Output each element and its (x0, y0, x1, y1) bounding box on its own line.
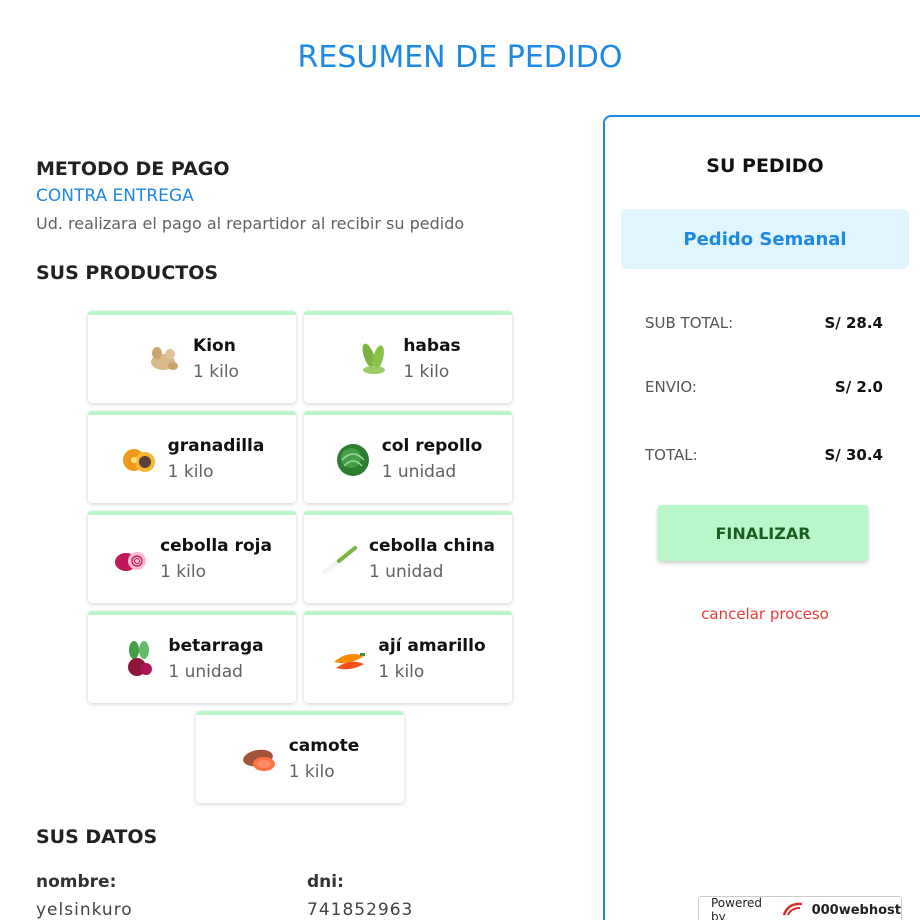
product-card-betarraga: betarraga 1 unidad (88, 611, 296, 703)
product-qty: 1 kilo (403, 362, 450, 382)
product-name: cebolla china (368, 536, 496, 556)
beet-icon (120, 640, 158, 678)
product-name: ají amarillo (378, 636, 486, 656)
order-summary-panel: SU PEDIDO Pedido Semanal SUB TOTAL: S/ 2… (603, 115, 920, 920)
total-label: TOTAL: (645, 446, 698, 464)
powered-by-badge[interactable]: Powered by 000webhost (698, 896, 902, 920)
spring-onion-icon (321, 540, 359, 578)
product-card-cebolla-roja: cebolla roja 1 kilo (88, 511, 296, 603)
payment-section-title: METODO DE PAGO (36, 158, 230, 180)
powered-by-text: Powered by (711, 896, 763, 920)
powered-by-brand: 000webhost (811, 902, 901, 918)
page-title: RESUMEN DE PEDIDO (297, 40, 623, 75)
product-card-granadilla: granadilla 1 kilo (88, 411, 296, 503)
shipping-value: S/ 2.0 (834, 378, 883, 396)
subtotal-value: S/ 28.4 (824, 314, 883, 332)
product-name: Kion (193, 336, 236, 356)
product-card-col-repollo: col repollo 1 unidad (304, 411, 512, 503)
order-title: SU PEDIDO (706, 155, 824, 177)
fava-beans-icon (355, 340, 393, 378)
product-name: col repollo (381, 436, 483, 456)
ginger-icon (145, 340, 183, 378)
product-name: betarraga (168, 636, 264, 656)
product-qty: 1 kilo (160, 562, 206, 582)
finalize-button[interactable]: FINALIZAR (658, 505, 868, 561)
product-qty: 1 kilo (167, 462, 214, 482)
name-value: yelsinkuro (36, 900, 133, 920)
name-label: nombre: (36, 872, 117, 892)
payment-method: CONTRA ENTREGA (36, 186, 194, 206)
order-plan: Pedido Semanal (621, 209, 909, 269)
yellow-pepper-icon (330, 640, 368, 678)
subtotal-label: SUB TOTAL: (645, 314, 734, 332)
product-card-habas: habas 1 kilo (304, 311, 512, 403)
shipping-row: ENVIO: S/ 2.0 (645, 378, 883, 396)
product-name: granadilla (167, 436, 265, 456)
product-card-aji-amarillo: ají amarillo 1 kilo (304, 611, 512, 703)
dni-label: dni: (307, 872, 344, 892)
products-section-title: SUS PRODUCTOS (36, 262, 219, 284)
cancel-process-link[interactable]: cancelar proceso (605, 605, 920, 623)
total-row: TOTAL: S/ 30.4 (645, 446, 883, 464)
product-qty: 1 kilo (288, 762, 335, 782)
cabbage-icon (334, 440, 372, 478)
product-name: habas (403, 336, 461, 356)
red-onion-icon (112, 540, 150, 578)
product-card-kion: Kion 1 kilo (88, 311, 296, 403)
total-value: S/ 30.4 (824, 446, 883, 464)
granadilla-icon (120, 440, 158, 478)
payment-note: Ud. realizara el pago al repartidor al r… (36, 214, 465, 233)
product-qty: 1 unidad (381, 462, 457, 482)
webhost-logo-icon (782, 901, 804, 920)
product-qty: 1 unidad (168, 662, 243, 682)
user-data-section-title: SUS DATOS (36, 826, 158, 848)
dni-value: 741852963 (307, 900, 414, 920)
product-name: cebolla roja (160, 536, 272, 556)
product-card-cebolla-china: cebolla china 1 unidad (304, 511, 512, 603)
product-name: camote (288, 736, 360, 756)
product-qty: 1 kilo (193, 362, 239, 382)
product-qty: 1 unidad (368, 562, 444, 582)
product-qty: 1 kilo (378, 662, 425, 682)
subtotal-row: SUB TOTAL: S/ 28.4 (645, 314, 883, 332)
shipping-label: ENVIO: (645, 378, 697, 396)
product-card-camote: camote 1 kilo (196, 711, 404, 803)
sweet-potato-icon (241, 740, 279, 778)
